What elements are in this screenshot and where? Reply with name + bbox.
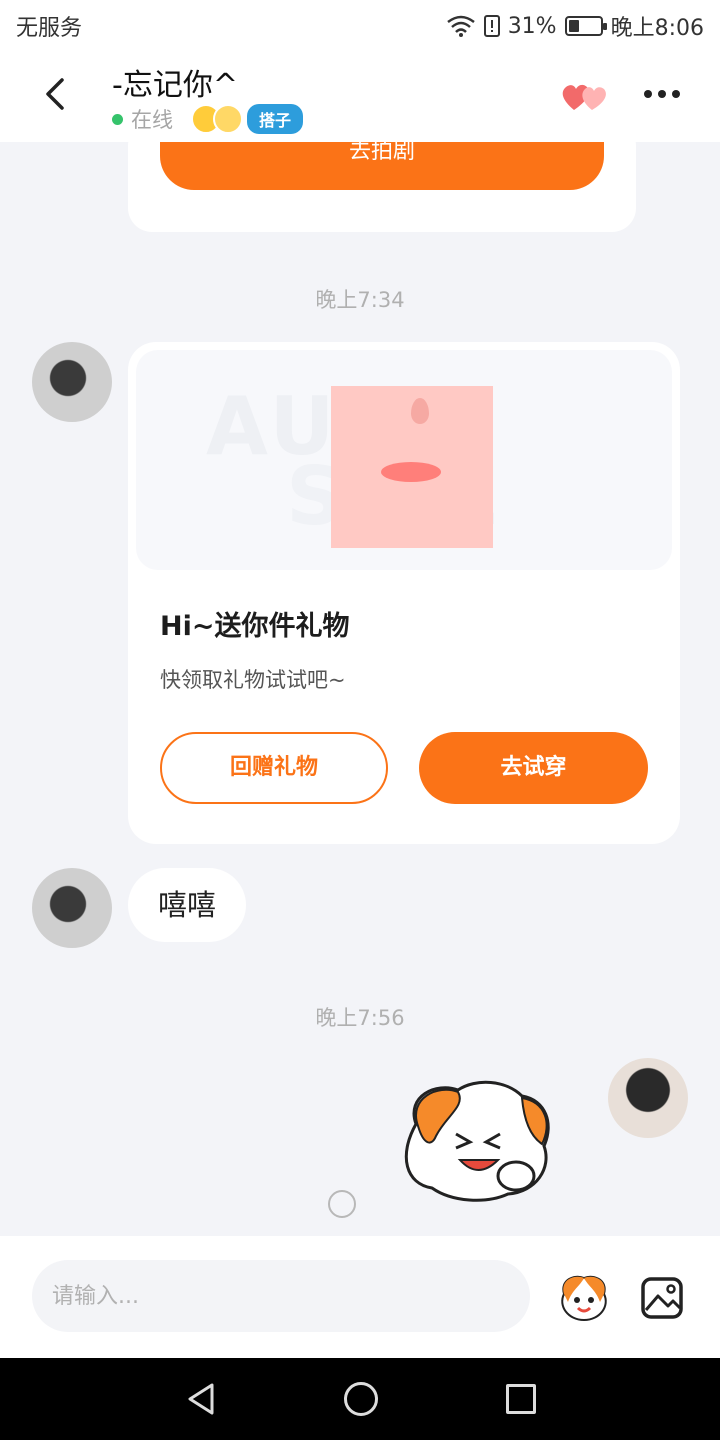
sim-alert-icon	[483, 15, 500, 37]
face-icon	[213, 104, 243, 134]
timestamp: 晚上7:56	[315, 1006, 405, 1030]
wifi-icon	[446, 15, 475, 37]
emoji-faces-icon	[191, 104, 247, 134]
nav-recents-icon[interactable]	[506, 1384, 536, 1414]
go-shoot-button[interactable]: 去拍剧	[160, 142, 604, 190]
text-message-bubble[interactable]: 嘻嘻	[128, 868, 247, 942]
online-status-dot	[112, 113, 123, 125]
gift-lips-shape	[381, 462, 441, 482]
chat-title: -忘记你^	[112, 68, 238, 103]
loading-indicator	[328, 1190, 356, 1218]
status-bar: 无服务 31% 晚上8:06	[0, 0, 720, 52]
nav-back-icon[interactable]	[184, 1382, 218, 1416]
battery-icon	[564, 16, 607, 36]
system-nav-bar	[0, 1358, 720, 1440]
relationship-tag: 搭子	[247, 104, 304, 134]
avatar[interactable]	[32, 868, 112, 948]
status-right: 31% 晚上8:06	[446, 10, 704, 42]
gift-title: Hi~送你件礼物	[160, 611, 350, 642]
gift-image-area[interactable]: AU R S RE	[136, 350, 672, 570]
chat-header: -忘记你^ 在线 搭子	[0, 52, 720, 142]
previous-message-card: 去拍剧	[128, 142, 636, 232]
avatar[interactable]	[608, 1058, 688, 1138]
gift-drop-shape	[411, 398, 429, 424]
more-dots-icon[interactable]	[644, 82, 684, 106]
mascot-emoji-icon[interactable]	[556, 1272, 612, 1322]
message-input[interactable]	[32, 1260, 530, 1332]
presence-row: 在线 搭子	[112, 104, 304, 134]
image-icon[interactable]	[640, 1276, 684, 1320]
back-arrow-icon[interactable]	[34, 72, 78, 116]
avatar[interactable]	[32, 342, 112, 422]
return-gift-button[interactable]: 回赠礼物	[160, 732, 388, 804]
battery-percent: 31%	[507, 13, 557, 39]
laughing-mascot-sticker[interactable]	[396, 1076, 560, 1206]
gift-message-card: AU R S RE Hi~送你件礼物 快领取礼物试试吧~ 回赠礼物 去试穿	[128, 342, 680, 844]
try-on-button[interactable]: 去试穿	[419, 732, 648, 804]
hearts-icon[interactable]	[560, 78, 610, 114]
composer-bar	[0, 1236, 720, 1358]
timestamp: 晚上7:34	[315, 288, 405, 312]
chat-message-list[interactable]: 去拍剧 晚上7:34 AU R S RE Hi~送你件礼物 快领取礼物试试吧~ …	[0, 142, 720, 1236]
gift-image[interactable]	[331, 386, 493, 548]
online-status-label: 在线	[131, 108, 173, 132]
clock: 晚上8:06	[610, 16, 704, 41]
gift-subtitle: 快领取礼物试试吧~	[160, 668, 346, 692]
nav-home-icon[interactable]	[344, 1382, 378, 1416]
carrier-text: 无服务	[16, 16, 83, 41]
